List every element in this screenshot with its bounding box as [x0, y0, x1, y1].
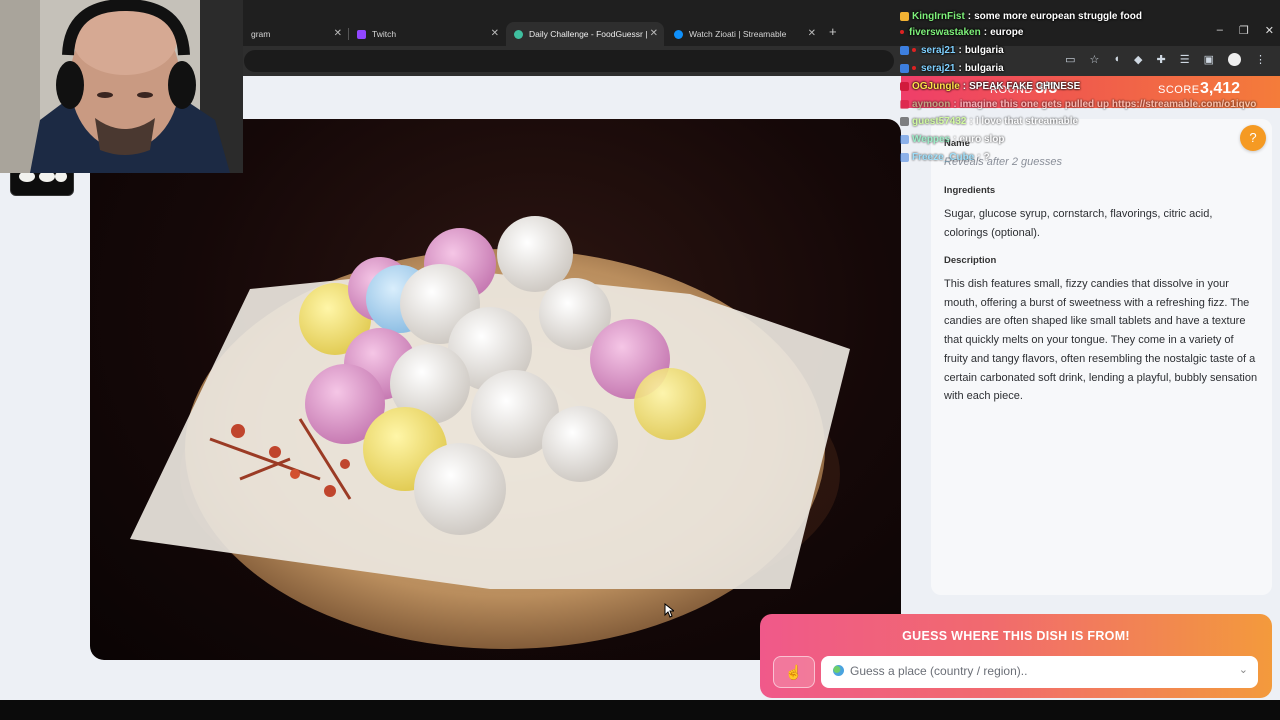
badge-icon — [900, 30, 904, 34]
foodguessr-icon — [514, 29, 523, 39]
chat-username: aymoon — [912, 98, 951, 110]
tab-streamable[interactable]: Watch Zioati | Streamable ✕ — [666, 22, 822, 46]
chat-text: ? — [983, 151, 990, 163]
chat-text: SPEAK FAKE CHINESE — [969, 80, 1081, 92]
close-icon[interactable]: ✕ — [491, 28, 499, 39]
chat-text: bulgaria — [964, 44, 1004, 56]
tab-instagram[interactable]: gram ✕ — [243, 22, 348, 46]
chat-username: Weppes — [912, 133, 951, 145]
badge-icon — [900, 152, 909, 162]
mouse-cursor-icon — [664, 603, 674, 618]
chat-username: fiverswastaken — [909, 26, 981, 38]
guess-input[interactable]: Guess a place (country / region).. ⌄ — [821, 656, 1258, 688]
badge-icon — [900, 81, 909, 91]
chat-message: seraj21: bulgaria — [900, 60, 1004, 76]
extension-icon[interactable]: ◆ — [1134, 53, 1142, 66]
dish-photo-illustration — [130, 216, 850, 649]
chat-text: euro slop — [959, 133, 1005, 145]
reading-list-icon[interactable]: ☰ — [1180, 53, 1190, 66]
badge-icon — [912, 48, 916, 52]
chevron-down-icon[interactable]: ⌄ — [1239, 663, 1248, 676]
chat-message: fiverswastaken: europe — [900, 24, 1023, 40]
bookmark-star-icon[interactable]: ☆ — [1090, 53, 1100, 66]
taskbar-strip — [0, 700, 1280, 720]
menu-icon[interactable]: ⋮ — [1255, 53, 1266, 66]
hint-button[interactable]: ☝ — [773, 656, 815, 688]
puzzle-icon[interactable]: ✚ — [1157, 53, 1166, 66]
chat-text: imagine this one gets pulled up https://… — [959, 98, 1257, 110]
tab-label: Watch Zioati | Streamable — [689, 29, 787, 39]
avatar[interactable] — [1228, 53, 1241, 66]
chat-text: some more european struggle food — [974, 10, 1142, 22]
tab-label: gram — [251, 29, 271, 39]
score-label: SCORE — [1158, 84, 1200, 96]
chat-message: Freeze_Cube: ? — [900, 149, 990, 165]
extension-icon[interactable]: ◖ — [1113, 53, 1120, 66]
maximize-button[interactable]: ❐ — [1239, 24, 1249, 37]
chat-text: I love that streamable — [975, 115, 1079, 127]
lock-icon[interactable]: ▣ — [1204, 53, 1214, 66]
badge-icon — [900, 116, 909, 126]
chat-username: OGJungle — [912, 80, 960, 92]
window-controls: – ❐ ✕ — [1217, 24, 1274, 37]
new-tab-button[interactable]: + — [829, 24, 837, 39]
streamer-illustration — [0, 0, 243, 173]
description-heading: Description — [944, 255, 997, 266]
twitch-icon — [357, 29, 366, 39]
tab-foodguessr[interactable]: Daily Challenge - FoodGuessr | ✕ — [506, 22, 664, 46]
toolbar-icons: ▭ ☆ ◖ ◆ ✚ ☰ ▣ ⋮ — [1065, 53, 1266, 66]
tab-label: Twitch — [372, 29, 397, 39]
chat-message: seraj21: bulgaria — [900, 42, 1004, 58]
chat-username: seraj21 — [921, 62, 956, 74]
badge-icon — [900, 63, 909, 73]
tab-label: Daily Challenge - FoodGuessr | — [529, 29, 648, 39]
help-icon: ? — [1249, 130, 1257, 145]
chat-message: KingIrnFist: some more european struggle… — [900, 8, 1142, 24]
description-text: This dish features small, fizzy candies … — [944, 278, 1258, 403]
chat-message: aymoon: imagine this one gets pulled up … — [900, 96, 1256, 112]
dish-photo[interactable] — [90, 119, 901, 660]
ingredients-heading: Ingredients — [944, 185, 996, 196]
address-bar[interactable] — [244, 50, 894, 72]
streamable-icon — [674, 29, 683, 39]
close-icon[interactable]: ✕ — [650, 28, 658, 39]
ingredients-text: Sugar, glucose syrup, cornstarch, flavor… — [944, 208, 1213, 239]
close-icon[interactable]: ✕ — [808, 28, 816, 39]
badge-icon — [900, 134, 909, 144]
globe-icon — [833, 665, 844, 676]
guess-panel: GUESS WHERE THIS DISH IS FROM! ☝ Guess a… — [760, 614, 1272, 698]
chat-username: guest57432 — [912, 115, 967, 127]
close-window-button[interactable]: ✕ — [1265, 24, 1274, 37]
chat-username: Freeze_Cube — [912, 151, 975, 163]
guess-placeholder: Guess a place (country / region).. — [850, 664, 1028, 678]
badge-icon — [900, 45, 909, 55]
tab-twitch[interactable]: Twitch ✕ — [349, 22, 505, 46]
badge-icon — [900, 99, 909, 109]
badge-icon — [912, 66, 916, 70]
chat-text: bulgaria — [964, 62, 1004, 74]
webcam-feed — [0, 0, 243, 173]
close-icon[interactable]: ✕ — [334, 28, 342, 39]
guess-title: GUESS WHERE THIS DISH IS FROM! — [902, 629, 1130, 643]
chat-message: OGJungle: SPEAK FAKE CHINESE — [900, 78, 1080, 94]
cast-icon[interactable]: ▭ — [1065, 53, 1075, 66]
help-button[interactable]: ? — [1240, 125, 1266, 151]
chat-username: seraj21 — [921, 44, 956, 56]
chat-username: KingIrnFist — [912, 10, 965, 22]
chat-text: europe — [990, 26, 1024, 38]
minimize-button[interactable]: – — [1217, 24, 1223, 37]
hand-icon: ☝ — [785, 664, 803, 680]
chat-message: guest57432: I love that streamable — [900, 113, 1078, 129]
badge-icon — [900, 11, 909, 21]
chat-message: Weppes: euro slop — [900, 131, 1005, 147]
